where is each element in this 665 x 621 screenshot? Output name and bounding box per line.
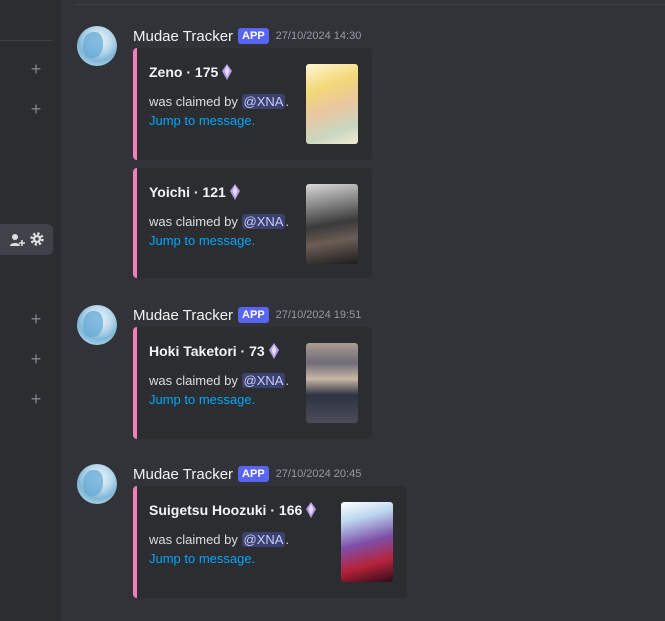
channel-settings-chip[interactable] <box>0 224 53 255</box>
plus-icon[interactable] <box>28 61 44 77</box>
claim-embed: Suigetsu Hoozuki · 166 was claimed by @X… <box>133 486 407 598</box>
chat-top-divider <box>75 4 665 5</box>
jump-to-message-link[interactable]: Jump to message. <box>149 392 255 407</box>
kakera-icon <box>229 184 240 200</box>
period: . <box>285 532 290 547</box>
message-list: Mudae Tracker APP 27/10/2024 14:30 Zeno … <box>61 0 665 621</box>
plus-icon[interactable] <box>28 101 44 117</box>
separator: · <box>186 64 192 80</box>
embed-title: Yoichi · 121 <box>149 184 240 200</box>
separator: · <box>270 502 276 518</box>
message-header: Mudae Tracker APP 27/10/2024 14:30 <box>133 26 361 46</box>
timestamp: 27/10/2024 14:30 <box>275 30 362 42</box>
user-mention[interactable]: @XNA <box>241 214 286 229</box>
plus-icon[interactable] <box>28 351 44 367</box>
embed-description: was claimed by @XNA. <box>149 532 289 547</box>
period: . <box>285 214 290 229</box>
kakera-icon <box>306 502 317 518</box>
character-image-yoichi[interactable] <box>306 184 358 264</box>
kakera-icon <box>222 64 233 80</box>
sidebar-divider <box>0 40 53 41</box>
author-name[interactable]: Mudae Tracker <box>133 307 233 324</box>
claimed-text: was claimed by <box>149 532 238 547</box>
kakera-value: 73 <box>249 343 265 359</box>
period: . <box>285 94 290 109</box>
author-name[interactable]: Mudae Tracker <box>133 28 233 45</box>
embed-title: Hoki Taketori · 73 <box>149 343 279 359</box>
avatar[interactable] <box>77 305 117 345</box>
timestamp: 27/10/2024 19:51 <box>275 309 362 321</box>
app-badge: APP <box>238 307 269 323</box>
character-name: Suigetsu Hoozuki <box>149 502 267 518</box>
character-image-suigetsu[interactable] <box>341 502 393 582</box>
channel-sidebar <box>0 0 61 621</box>
character-name: Yoichi <box>149 184 190 200</box>
add-member-icon[interactable] <box>9 232 25 248</box>
app-badge: APP <box>238 466 269 482</box>
user-mention[interactable]: @XNA <box>241 532 286 547</box>
claimed-text: was claimed by <box>149 373 238 388</box>
claim-embed: Hoki Taketori · 73 was claimed by @XNA. … <box>133 327 372 439</box>
claimed-text: was claimed by <box>149 94 238 109</box>
claim-embed: Zeno · 175 was claimed by @XNA. Jump to … <box>133 48 372 160</box>
embed-description: was claimed by @XNA. <box>149 373 289 388</box>
message-header: Mudae Tracker APP 27/10/2024 19:51 <box>133 305 361 325</box>
jump-to-message-link[interactable]: Jump to message. <box>149 113 255 128</box>
character-name: Zeno <box>149 64 183 80</box>
user-mention[interactable]: @XNA <box>241 373 286 388</box>
user-mention[interactable]: @XNA <box>241 94 286 109</box>
message-header: Mudae Tracker APP 27/10/2024 20:45 <box>133 464 361 484</box>
character-image-zeno[interactable] <box>306 64 358 144</box>
avatar[interactable] <box>77 464 117 504</box>
kakera-value: 121 <box>202 184 226 200</box>
period: . <box>285 373 290 388</box>
embed-title: Zeno · 175 <box>149 64 233 80</box>
gear-icon[interactable] <box>29 231 45 247</box>
character-image-hoki[interactable] <box>306 343 358 423</box>
kakera-icon <box>268 343 279 359</box>
claimed-text: was claimed by <box>149 214 238 229</box>
separator: · <box>240 343 246 359</box>
plus-icon[interactable] <box>28 311 44 327</box>
embed-description: was claimed by @XNA. <box>149 94 289 109</box>
app-badge: APP <box>238 28 269 44</box>
claim-embed: Yoichi · 121 was claimed by @XNA. Jump t… <box>133 168 372 278</box>
character-name: Hoki Taketori <box>149 343 237 359</box>
kakera-value: 175 <box>194 64 219 80</box>
embed-description: was claimed by @XNA. <box>149 214 289 229</box>
jump-to-message-link[interactable]: Jump to message. <box>149 233 255 248</box>
avatar[interactable] <box>77 26 117 66</box>
jump-to-message-link[interactable]: Jump to message. <box>149 551 255 566</box>
plus-icon[interactable] <box>28 391 44 407</box>
timestamp: 27/10/2024 20:45 <box>275 468 362 480</box>
kakera-value: 166 <box>278 502 303 518</box>
author-name[interactable]: Mudae Tracker <box>133 466 233 483</box>
separator: · <box>193 184 199 200</box>
embed-title: Suigetsu Hoozuki · 166 <box>149 502 317 518</box>
